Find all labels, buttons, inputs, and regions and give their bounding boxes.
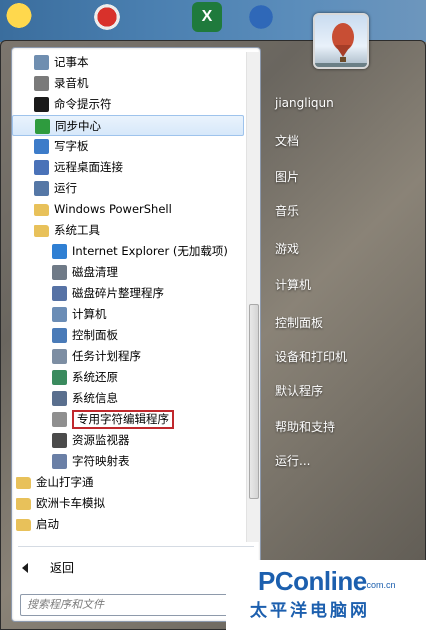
right-pane-item[interactable]: 音乐	[275, 201, 299, 221]
program-item[interactable]: 录音机	[12, 73, 244, 94]
task-scheduler-icon	[52, 349, 67, 364]
program-item-label: 写字板	[54, 139, 89, 153]
computer-icon	[52, 307, 67, 322]
wordpad-icon	[34, 139, 49, 154]
program-item[interactable]: 系统还原	[12, 367, 244, 388]
folder-icon	[34, 204, 49, 216]
remote-desktop-icon	[34, 160, 49, 175]
folder-icon	[34, 225, 49, 237]
program-item-label: Windows PowerShell	[54, 202, 172, 216]
pconline-logo: PConline .com.cn 太平洋电脑网	[226, 560, 426, 630]
program-item-label: 任务计划程序	[72, 349, 141, 363]
back-arrow-icon	[22, 563, 28, 573]
right-pane-item[interactable]: 计算机	[275, 275, 311, 295]
program-item[interactable]: 系统工具	[12, 220, 244, 241]
program-item[interactable]: 专用字符编辑程序	[12, 409, 244, 430]
folder-icon	[16, 498, 31, 510]
program-item-label: 系统还原	[72, 370, 118, 384]
program-item[interactable]: 运行	[12, 178, 244, 199]
notepad-icon	[34, 55, 49, 70]
program-item[interactable]: 字符映射表	[12, 451, 244, 472]
right-pane-item[interactable]: 运行...	[275, 451, 310, 471]
logo-suffix: .com.cn	[364, 580, 396, 590]
program-item-label: 运行	[54, 181, 77, 195]
program-item[interactable]: 资源监视器	[12, 430, 244, 451]
smiley-icon[interactable]	[4, 2, 34, 32]
program-item[interactable]: 记事本	[12, 52, 244, 73]
right-pane-item[interactable]: 游戏	[275, 239, 299, 259]
ie-icon	[52, 244, 67, 259]
program-item[interactable]: 金山打字通	[12, 472, 244, 493]
control-panel-icon	[52, 328, 67, 343]
program-item-label: 启动	[36, 517, 59, 531]
start-menu: 记事本录音机命令提示符同步中心写字板远程桌面连接 运行 Windows PowerS…	[0, 13, 426, 630]
program-item[interactable]: 欧洲卡车模拟	[12, 493, 244, 514]
right-pane-item[interactable]: 图片	[275, 167, 299, 187]
program-item-label: 命令提示符	[54, 97, 112, 111]
program-item[interactable]: 任务计划程序	[12, 346, 244, 367]
right-pane-item[interactable]: 文档	[275, 131, 299, 151]
program-item-label: 计算机	[72, 307, 107, 321]
logo-line1: PConline	[258, 566, 367, 596]
system-info-icon	[52, 391, 67, 406]
program-item[interactable]: Windows PowerShell	[12, 199, 244, 220]
scrollbar-thumb[interactable]	[249, 304, 259, 499]
program-item[interactable]: 计算机	[12, 304, 244, 325]
program-item-label: 欧洲卡车模拟	[36, 496, 105, 510]
ie-icon[interactable]	[92, 2, 122, 32]
resource-monitor-icon	[52, 433, 67, 448]
program-item-label: 同步中心	[55, 119, 101, 133]
program-item-label: 记事本	[54, 55, 89, 69]
right-pane-item[interactable]: 帮助和支持	[275, 417, 335, 437]
right-pane-item[interactable]: 默认程序	[275, 381, 323, 401]
program-item-label: 录音机	[54, 76, 89, 90]
program-item-label: 字符映射表	[72, 454, 130, 468]
program-item-label: 远程桌面连接	[54, 160, 123, 174]
program-pane: 记事本录音机命令提示符同步中心写字板远程桌面连接 运行 Windows PowerS…	[11, 47, 261, 622]
program-item-label: 系统工具	[54, 223, 100, 237]
program-item[interactable]: 远程桌面连接	[12, 157, 244, 178]
program-item-label: 控制面板	[72, 328, 118, 342]
program-item[interactable]: 系统信息	[12, 388, 244, 409]
basketball-icon[interactable]	[246, 2, 276, 32]
folder-icon	[16, 477, 31, 489]
cmd-icon	[34, 97, 49, 112]
program-item[interactable]: 磁盘清理	[12, 262, 244, 283]
program-item-label: 资源监视器	[72, 433, 130, 447]
program-list: 记事本录音机命令提示符同步中心写字板远程桌面连接 运行 Windows PowerS…	[12, 52, 244, 535]
program-item[interactable]: 同步中心	[12, 115, 244, 136]
system-restore-icon	[52, 370, 67, 385]
program-item[interactable]: 磁盘碎片整理程序	[12, 283, 244, 304]
scrollbar[interactable]	[246, 52, 260, 542]
program-item[interactable]: 写字板	[12, 136, 244, 157]
run-icon	[34, 181, 49, 196]
disk-cleanup-icon	[52, 265, 67, 280]
excel-icon[interactable]: X	[192, 2, 222, 32]
program-item-label: Internet Explorer (无加载项)	[72, 244, 228, 258]
char-editor-icon	[52, 412, 67, 427]
folder-icon	[16, 519, 31, 531]
divider	[18, 546, 254, 547]
program-item-label: 专用字符编辑程序	[72, 410, 174, 429]
search-placeholder: 搜索程序和文件	[27, 598, 104, 611]
user-name-link[interactable]: jiangliqun	[275, 93, 334, 113]
back-label: 返回	[50, 561, 75, 575]
program-item[interactable]: 启动	[12, 514, 244, 535]
sync-icon	[35, 119, 50, 134]
right-pane-item[interactable]: 设备和打印机	[275, 347, 347, 367]
program-item-label: 磁盘碎片整理程序	[72, 286, 164, 300]
user-avatar[interactable]	[313, 13, 369, 69]
program-item[interactable]: Internet Explorer (无加载项)	[12, 241, 244, 262]
search-input[interactable]: 搜索程序和文件	[20, 594, 254, 616]
logo-line2: 太平洋电脑网	[250, 601, 370, 621]
right-pane-item[interactable]: 控制面板	[275, 313, 323, 333]
microphone-icon	[34, 76, 49, 91]
program-item-label: 金山打字通	[36, 475, 94, 489]
program-item-label: 系统信息	[72, 391, 118, 405]
program-item-label: 磁盘清理	[72, 265, 118, 279]
char-map-icon	[52, 454, 67, 469]
program-item[interactable]: 控制面板	[12, 325, 244, 346]
program-item[interactable]: 命令提示符	[12, 94, 244, 115]
defrag-icon	[52, 286, 67, 301]
